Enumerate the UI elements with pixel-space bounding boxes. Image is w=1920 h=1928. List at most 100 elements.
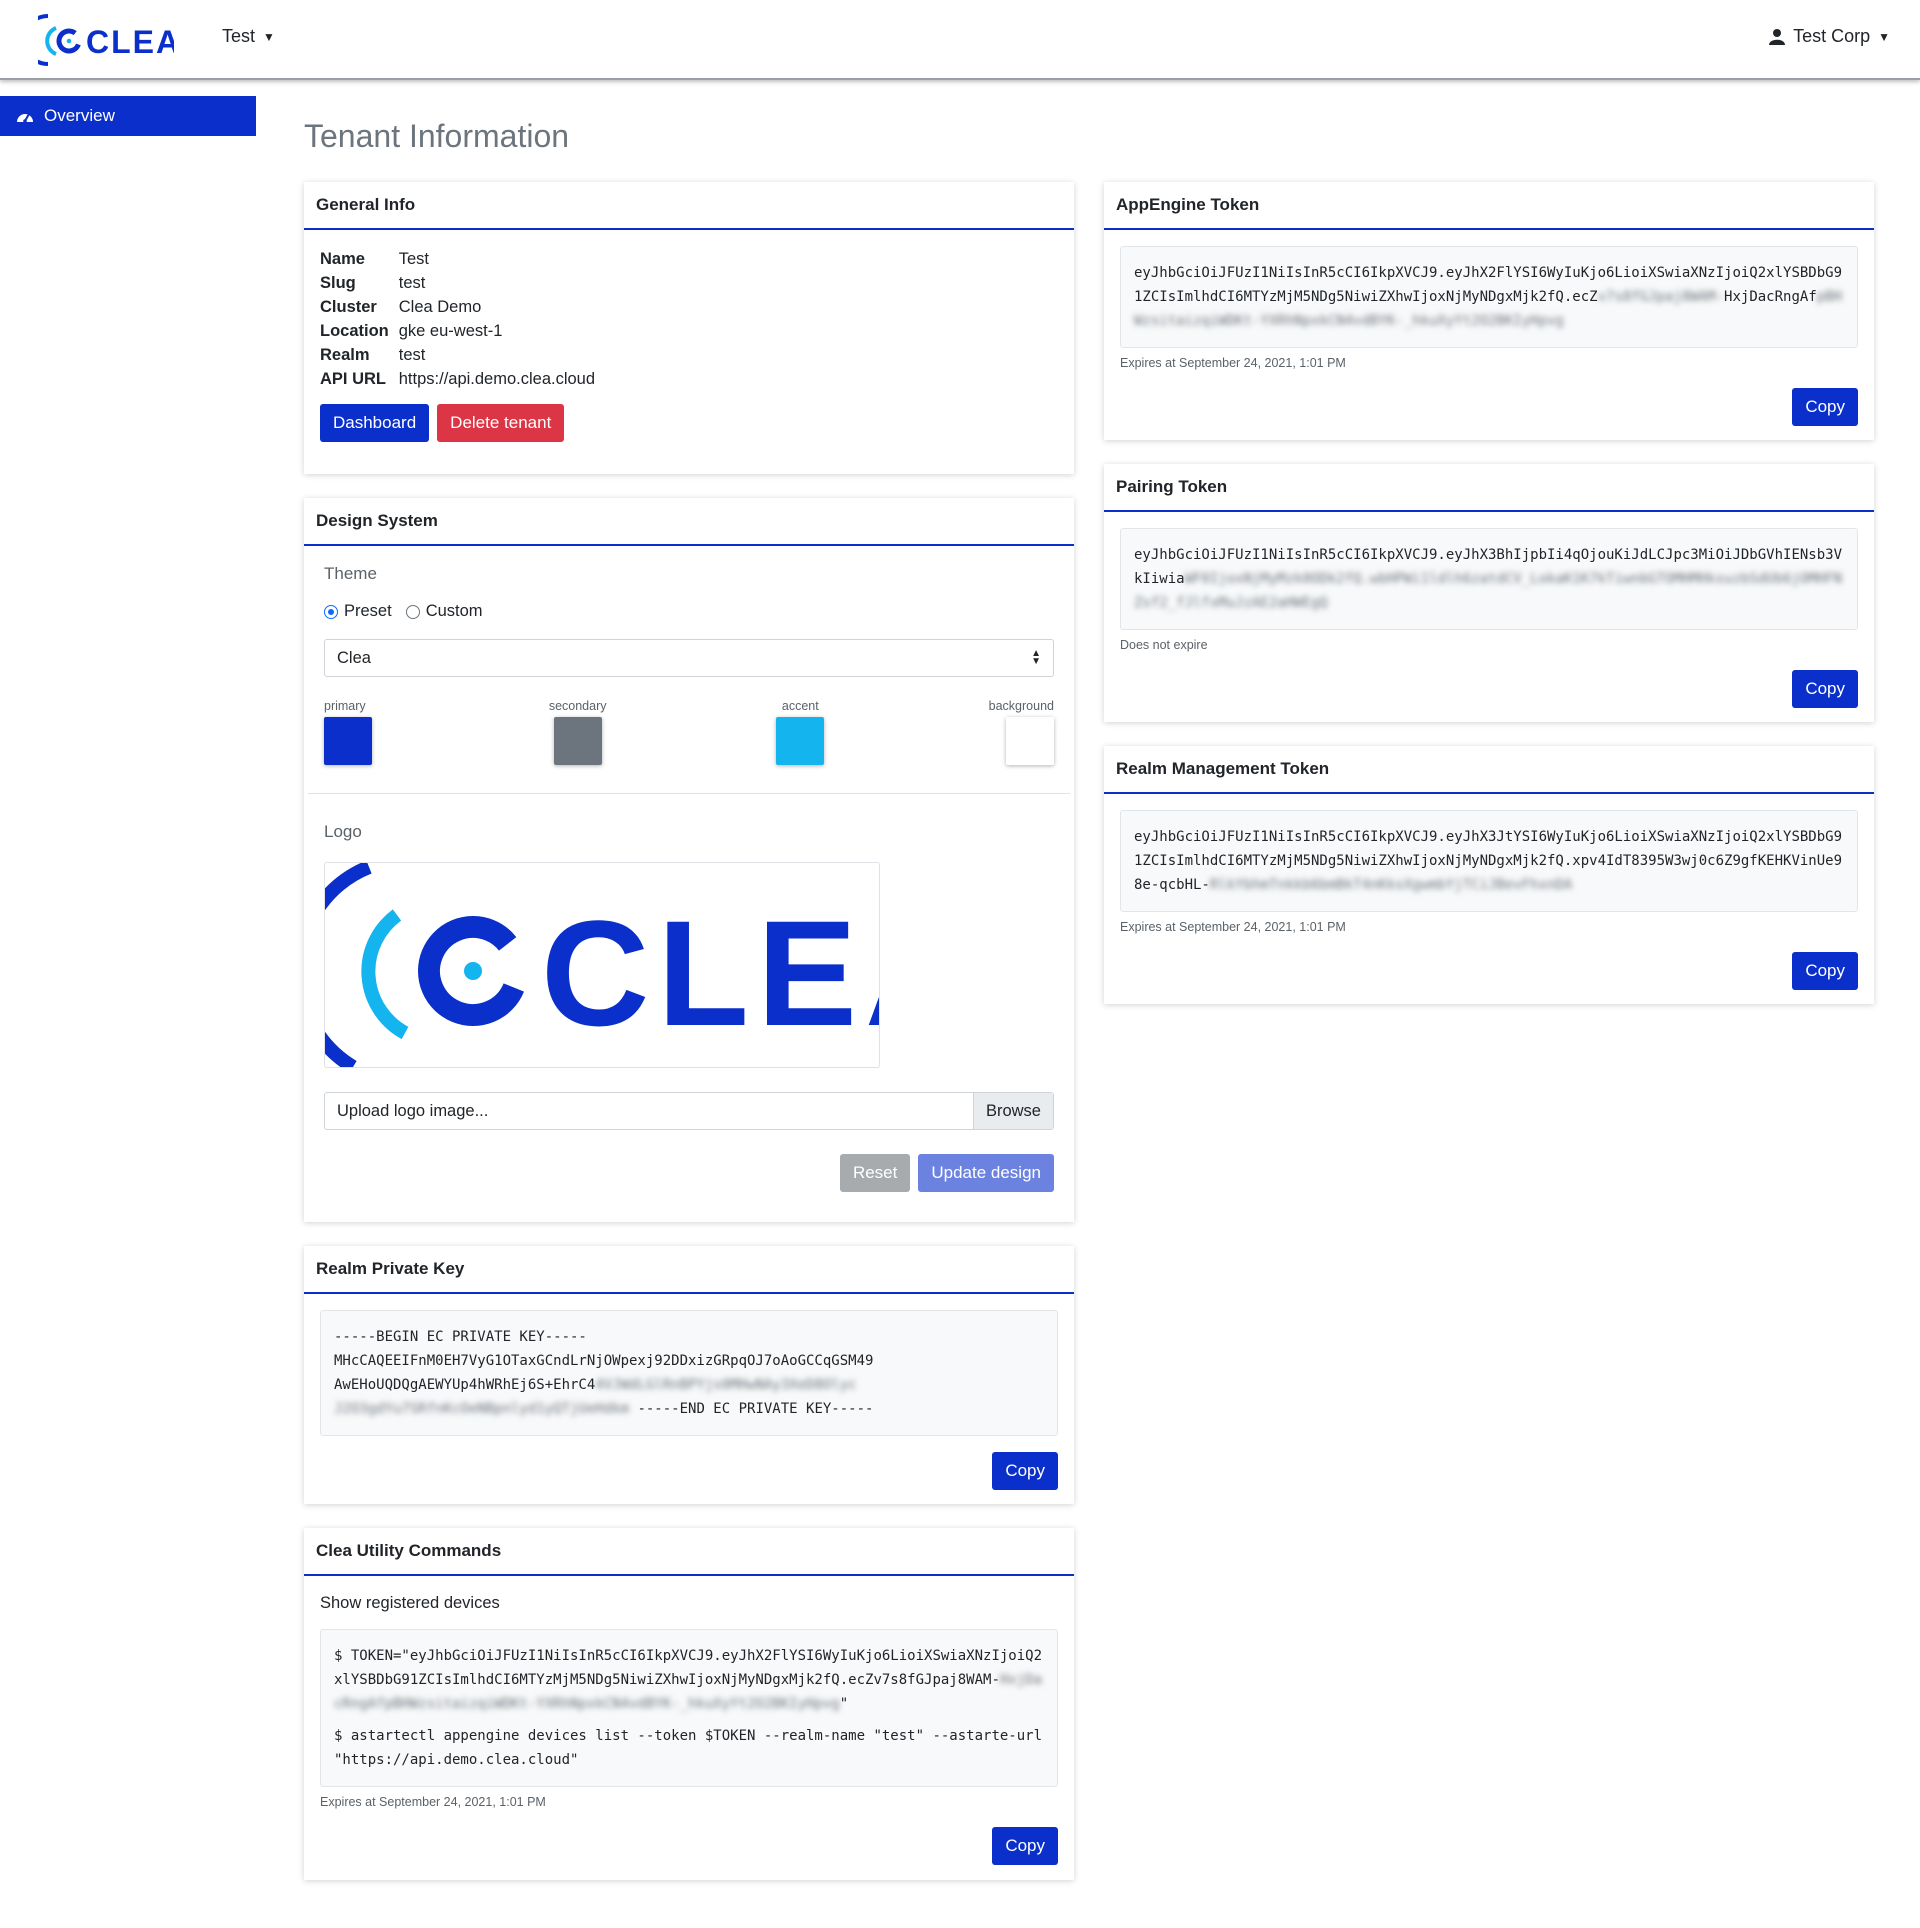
reset-button[interactable]: Reset [839,1154,911,1192]
card-title: AppEngine Token [1104,182,1874,230]
logo-label: Logo [324,822,362,841]
token-box[interactable]: eyJhbGciOiJFUzI1NiIsInR5cCI6IkpXVCJ9.eyJ… [1120,810,1858,912]
info-key: Realm [320,346,370,364]
sidebar-item-overview[interactable]: Overview [0,96,256,136]
upload-placeholder: Upload logo image... [337,1101,489,1120]
tenant-selector-label: Test [222,26,256,46]
expiry-text: Expires at September 24, 2021, 1:01 PM [1120,356,1346,370]
swatch-label: primary [324,699,366,713]
command-box[interactable]: $ TOKEN="eyJhbGciOiJFUzI1NiIsInR5cCI6Ikp… [320,1629,1058,1787]
expiry-text: Does not expire [1120,638,1208,652]
theme-select-value: Clea [337,648,371,667]
appengine-token-card: AppEngine Token eyJhbGciOiJFUzI1NiIsInR5… [1104,182,1874,440]
custom-radio[interactable] [405,604,420,619]
key-text-redacted: J2O3gdYu7SRfnKcOeNBpnlyd1yQTjUeHdkm [334,1401,630,1417]
swatch-background: background [988,699,1054,765]
preset-label: Preset [344,602,392,620]
dashboard-button[interactable]: Dashboard [320,404,430,442]
info-row-name: Name Test [320,248,603,272]
tenant-info-table: Name Test Slug test Cluster Clea Demo Locat… [320,248,603,392]
clea-logo-large: CLEA [325,863,880,1067]
general-info-card: General Info Name Test Slug test Cluster Cl… [304,182,1074,474]
swatch-color[interactable] [553,717,602,765]
user-icon [1769,29,1786,45]
card-title: Clea Utility Commands [304,1528,1074,1576]
info-row-cluster: Cluster Clea Demo [320,296,603,320]
swatch-primary: primary [324,699,386,765]
card-title: Realm Management Token [1104,746,1874,794]
command-subtitle: Show registered devices [320,1594,500,1612]
key-text: AwEHoUQDQgAEWYUp4hWRhEj6S+EhrC4 [334,1377,596,1393]
pairing-token-card: Pairing Token eyJhbGciOiJFUzI1NiIsInR5cC… [1104,464,1874,722]
info-row-location: Location gke eu-west-1 [320,320,603,344]
card-title: General Info [304,182,1074,230]
card-title: Design System [304,498,1074,546]
chevron-down-icon: ▼ [1878,29,1890,44]
key-text: -----END EC PRIVATE KEY----- [629,1401,874,1417]
swatch-label: background [988,699,1054,713]
copy-appengine-token-button[interactable]: Copy [1792,388,1858,426]
divider [308,793,1070,794]
info-key: Slug [320,274,356,292]
key-line: -----BEGIN EC PRIVATE KEY----- [334,1329,587,1345]
info-row-slug: Slug test [320,272,603,296]
token-box[interactable]: eyJhbGciOiJFUzI1NiIsInR5cCI6IkpXVCJ9.eyJ… [1120,246,1858,348]
swatch-label: secondary [548,699,607,713]
key-line: J2O3gdYu7SRfnKcOeNBpnlyd1yQTjUeHdkm ----… [334,1397,1044,1421]
info-value: test [398,274,426,292]
realm-private-key-card: Realm Private Key -----BEGIN EC PRIVATE … [304,1246,1074,1504]
token-text-redacted: v7s8fGJpaj8WAM- [1597,289,1725,305]
design-system-card: Design System Theme Preset Custom Clea ▲… [304,498,1074,1222]
private-key-box[interactable]: -----BEGIN EC PRIVATE KEY----- MHcCAQEEIF… [320,1310,1058,1436]
card-title: Realm Private Key [304,1246,1074,1294]
page-title: Tenant Information [304,118,570,154]
token-text-redacted: WF0IjoxNjMyMzk0ODk2fQ.wbHPWi1ldlh6zatdCV… [1134,571,1843,611]
dashboard-icon [17,113,33,123]
info-value: Clea Demo [398,298,482,316]
info-value: test [398,346,426,364]
sidebar-item-label: Overview [44,106,115,125]
key-text-redacted: 4VJWdLGlRnBPYjs0MHwNAy3XeD8Olyc [595,1377,857,1393]
info-key: Location [320,322,389,340]
user-menu[interactable]: Test Corp ▼ [1769,26,1890,47]
chevron-down-icon: ▼ [263,29,275,44]
copy-private-key-button[interactable]: Copy [992,1452,1058,1490]
command-line: $ TOKEN="eyJhbGciOiJFUzI1NiIsInR5cCI6Ikp… [334,1644,1044,1716]
clea-logo[interactable]: CLEA [38,12,174,68]
update-design-button[interactable]: Update design [918,1154,1054,1192]
delete-tenant-button[interactable]: Delete tenant [437,404,565,442]
realm-management-token-card: Realm Management Token eyJhbGciOiJFUzI1N… [1104,746,1874,1004]
swatch-color[interactable] [776,717,825,765]
expiry-text: Expires at September 24, 2021, 1:01 PM [320,1795,546,1809]
info-key: Name [320,250,365,268]
logo-file-input[interactable]: Upload logo image... Browse [324,1092,1054,1130]
tenant-selector[interactable]: Test ▼ [222,26,275,47]
command-line: $ astartectl appengine devices list --to… [334,1728,1051,1768]
swatch-accent: accent [769,699,831,765]
logo-preview: CLEA [324,862,880,1068]
token-box[interactable]: eyJhbGciOiJFUzI1NiIsInR5cCI6IkpXVCJ9.eyJ… [1120,528,1858,630]
preset-radio[interactable] [324,604,338,619]
token-text-redacted: RlkYbhmTnkkb6bmBkT4nKksXgwmbYjTCiJBevFhx… [1209,877,1573,893]
swatch-color[interactable] [1005,717,1054,765]
select-arrows-icon: ▲ ▼ [1031,648,1041,667]
info-value: Test [398,250,430,268]
info-value: https://api.demo.clea.cloud [398,370,596,388]
custom-label: Custom [425,602,483,620]
theme-select[interactable]: Clea ▲ ▼ [324,639,1054,677]
svg-text:CLEA: CLEA [541,889,880,1057]
top-navbar: CLEA Test ▼ Test Corp ▼ [0,0,1920,80]
swatch-secondary: secondary [547,699,609,765]
token-text: HxjDacRngAf [1724,289,1817,305]
svg-text:CLEA: CLEA [86,24,174,60]
sidebar: Overview [0,96,256,136]
copy-pairing-token-button[interactable]: Copy [1792,670,1858,708]
copy-realm-management-token-button[interactable]: Copy [1792,952,1858,990]
color-swatches: primary secondary accent background [324,699,1054,765]
utility-commands-card: Clea Utility Commands Show registered de… [304,1528,1074,1880]
info-key: Cluster [320,298,377,316]
copy-command-button[interactable]: Copy [992,1827,1058,1865]
browse-button[interactable]: Browse [972,1093,1053,1129]
expiry-text: Expires at September 24, 2021, 1:01 PM [1120,920,1346,934]
swatch-color[interactable] [324,717,372,765]
